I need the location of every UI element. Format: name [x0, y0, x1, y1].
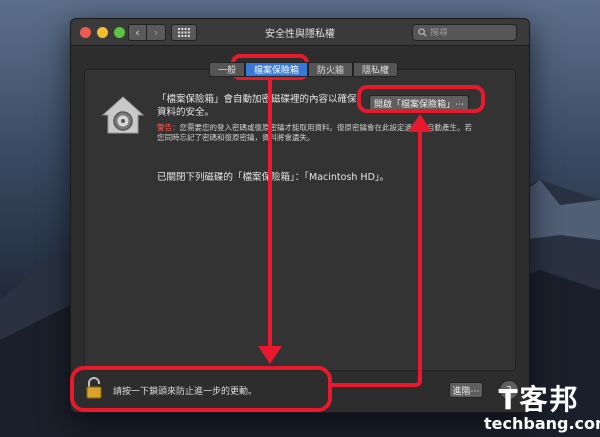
- filevault-house-icon: [101, 96, 145, 134]
- watermark-chinese: T客邦: [498, 383, 580, 416]
- advanced-button[interactable]: 進階⋯: [449, 382, 483, 398]
- filevault-description: 「檔案保險箱」會自動加密磁碟裡的內容以確保資料的安全。: [157, 94, 357, 118]
- warning-label: 警告：: [157, 123, 180, 132]
- techbang-watermark: T客邦 techbang.com: [484, 383, 600, 433]
- preferences-window: ‹ › 安全性與隱私權 一般 檔案保險箱 防火牆 隱私權: [70, 18, 530, 413]
- warning-text: 您需要您的登入密碼或復原密鑰才能取用資料。復原密鑰會在此設定過程中自動產生。若您…: [157, 123, 472, 142]
- tab-filevault[interactable]: 檔案保險箱: [245, 62, 309, 77]
- tab-bar: 一般 檔案保險箱 防火牆 隱私權: [209, 62, 399, 77]
- lock-instruction: 請按一下鎖頭來防止進一步的更動。: [113, 387, 258, 397]
- tab-firewall[interactable]: 防火牆: [308, 62, 354, 77]
- search-input[interactable]: [430, 27, 510, 38]
- turn-on-filevault-button[interactable]: 開啟「檔案保險箱」⋯: [369, 95, 469, 111]
- tab-privacy[interactable]: 隱私權: [353, 62, 399, 77]
- filevault-status: 已關閉下列磁碟的「檔案保險箱」：「Macintosh HD」。: [157, 172, 390, 183]
- search-icon: [418, 28, 427, 37]
- unlocked-padlock-icon[interactable]: [86, 377, 104, 399]
- search-field[interactable]: [412, 24, 517, 41]
- watermark-english: techbang.com: [484, 414, 600, 433]
- tab-general[interactable]: 一般: [209, 62, 246, 77]
- filevault-warning: 警告：您需要您的登入密碼或復原密鑰才能取用資料。復原密鑰會在此設定過程中自動產生…: [157, 123, 477, 143]
- title-bar: ‹ › 安全性與隱私權: [71, 19, 529, 46]
